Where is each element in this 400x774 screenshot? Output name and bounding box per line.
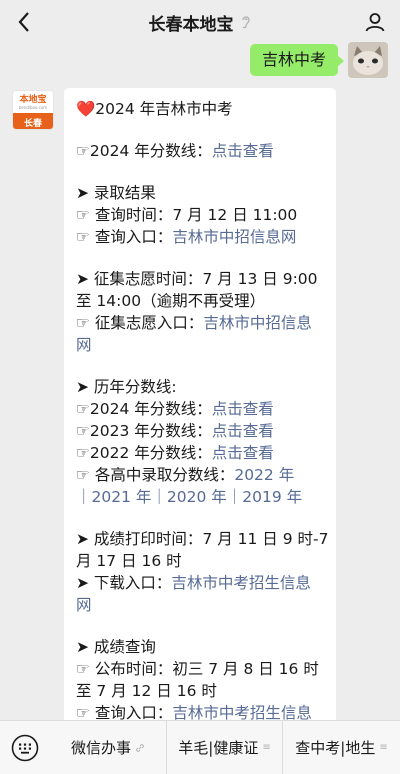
- collect-entry-link-cont[interactable]: 网: [76, 334, 326, 356]
- admission-title: ➤ 录取结果: [76, 184, 156, 202]
- menu-item-label: 羊毛|健康证: [178, 739, 259, 757]
- print-time-line2: 月 17 日 16 时: [76, 552, 182, 570]
- history-2022-label: ☞2022 年分数线：: [76, 444, 212, 462]
- download-row: ➤ 下载入口：吉林市中考招生信息: [76, 572, 326, 594]
- keyboard-icon: [11, 734, 39, 761]
- bot-logo-sub: bendibao.com: [18, 104, 48, 110]
- collect-entry-link[interactable]: 吉林市中招信息: [203, 314, 312, 332]
- download-link[interactable]: 吉林市中考招生信息: [171, 574, 311, 592]
- cat-avatar-icon: [348, 42, 388, 78]
- profile-button[interactable]: [362, 9, 388, 35]
- page-title: 长春本地宝: [148, 14, 234, 35]
- highschool-link-2022[interactable]: 2022 年: [234, 466, 294, 484]
- outgoing-message[interactable]: 吉林中考: [249, 44, 345, 76]
- menu-item-exam[interactable]: 查中考|地生 ≡: [282, 720, 400, 774]
- bot-city-label: 长春: [13, 113, 53, 129]
- keyboard-button[interactable]: [0, 721, 50, 774]
- collect-time-line2: 至 14:00（逾期不再受理）: [76, 292, 266, 310]
- title-wrap: 长春本地宝: [149, 10, 252, 35]
- print-time-line1: ➤ 成绩打印时间：7 月 11 日 9 时-7: [76, 530, 329, 548]
- menu-item-label: 查中考|地生: [295, 739, 376, 757]
- highschool-label: ☞ 各高中录取分数线：: [76, 466, 235, 484]
- history-title: ➤ 历年分数线:: [76, 378, 177, 396]
- publish-time-line2: 至 7 月 12 日 16 时: [76, 682, 217, 700]
- collect-time-line1: ➤ 征集志愿时间：7 月 13 日 9:00: [76, 270, 318, 288]
- back-chevron-icon: [18, 12, 29, 32]
- history-2022-link[interactable]: 点击查看: [212, 444, 274, 462]
- history-2023-label: ☞2023 年分数线：: [76, 422, 212, 440]
- back-button[interactable]: [10, 8, 38, 36]
- bot-logo-text: 本地宝: [19, 94, 47, 105]
- bottom-menu-bar: 微信办事 羊毛|健康证 ≡ 查中考|地生 ≡: [0, 720, 400, 774]
- history-2024-label: ☞2024 年分数线：: [76, 400, 212, 418]
- score-2024-label: ☞2024 年分数线：: [76, 142, 212, 160]
- history-2024-link[interactable]: 点击查看: [212, 400, 274, 418]
- content-heading: ❤️2024 年吉林市中考: [76, 100, 233, 118]
- ear-icon: [241, 16, 250, 29]
- menu-item-health-cert[interactable]: 羊毛|健康证 ≡: [166, 720, 282, 774]
- query-entry-label: ☞ 查询入口：: [76, 228, 173, 246]
- score-2024-link[interactable]: 点击查看: [212, 142, 274, 160]
- bot-avatar[interactable]: 本地宝 bendibao.com 长春: [12, 90, 54, 130]
- history-2022-row: ☞2022 年分数线：点击查看: [76, 442, 326, 464]
- history-2024-row: ☞2024 年分数线：点击查看: [76, 398, 326, 420]
- menu-item-wechat-service[interactable]: 微信办事: [50, 721, 166, 774]
- download-link-cont[interactable]: 网: [76, 594, 326, 616]
- score-2024-row: ☞2024 年分数线：点击查看: [76, 140, 326, 162]
- download-label: ➤ 下载入口：: [76, 574, 172, 592]
- menu-mark-icon: ≡: [262, 742, 271, 753]
- bot-logo-area: 本地宝 bendibao.com: [13, 91, 53, 113]
- my-avatar[interactable]: [348, 42, 388, 78]
- incoming-message: ❤️2024 年吉林市中考 ☞2024 年分数线：点击查看 ➤ 录取结果 ☞ 查…: [64, 88, 336, 728]
- menu-item-label: 微信办事: [70, 739, 131, 757]
- highschool-link-years[interactable]: ｜2021 年｜2020 年｜2019 年: [76, 486, 326, 508]
- history-2023-link[interactable]: 点击查看: [212, 422, 274, 440]
- menu-mark-icon: ≡: [379, 742, 388, 753]
- highschool-row: ☞ 各高中录取分数线：2022 年: [76, 464, 326, 486]
- user-icon: [365, 13, 385, 32]
- query-entry-link[interactable]: 吉林市中招信息网: [172, 228, 296, 246]
- publish-time-line1: ☞ 公布时间：初三 7 月 8 日 16 时: [76, 660, 319, 678]
- query-entry-row: ☞ 查询入口：吉林市中招信息网: [76, 226, 326, 248]
- query-time: ☞ 查询时间：7 月 12 日 11:00: [76, 206, 298, 224]
- top-bar: 长春本地宝: [0, 0, 400, 44]
- mini-link-icon: [136, 743, 144, 752]
- history-2023-row: ☞2023 年分数线：点击查看: [76, 420, 326, 442]
- collect-entry-row: ☞ 征集志愿入口：吉林市中招信息: [76, 312, 326, 334]
- result-title: ➤ 成绩查询: [76, 638, 156, 656]
- collect-entry-label: ☞ 征集志愿入口：: [76, 314, 204, 332]
